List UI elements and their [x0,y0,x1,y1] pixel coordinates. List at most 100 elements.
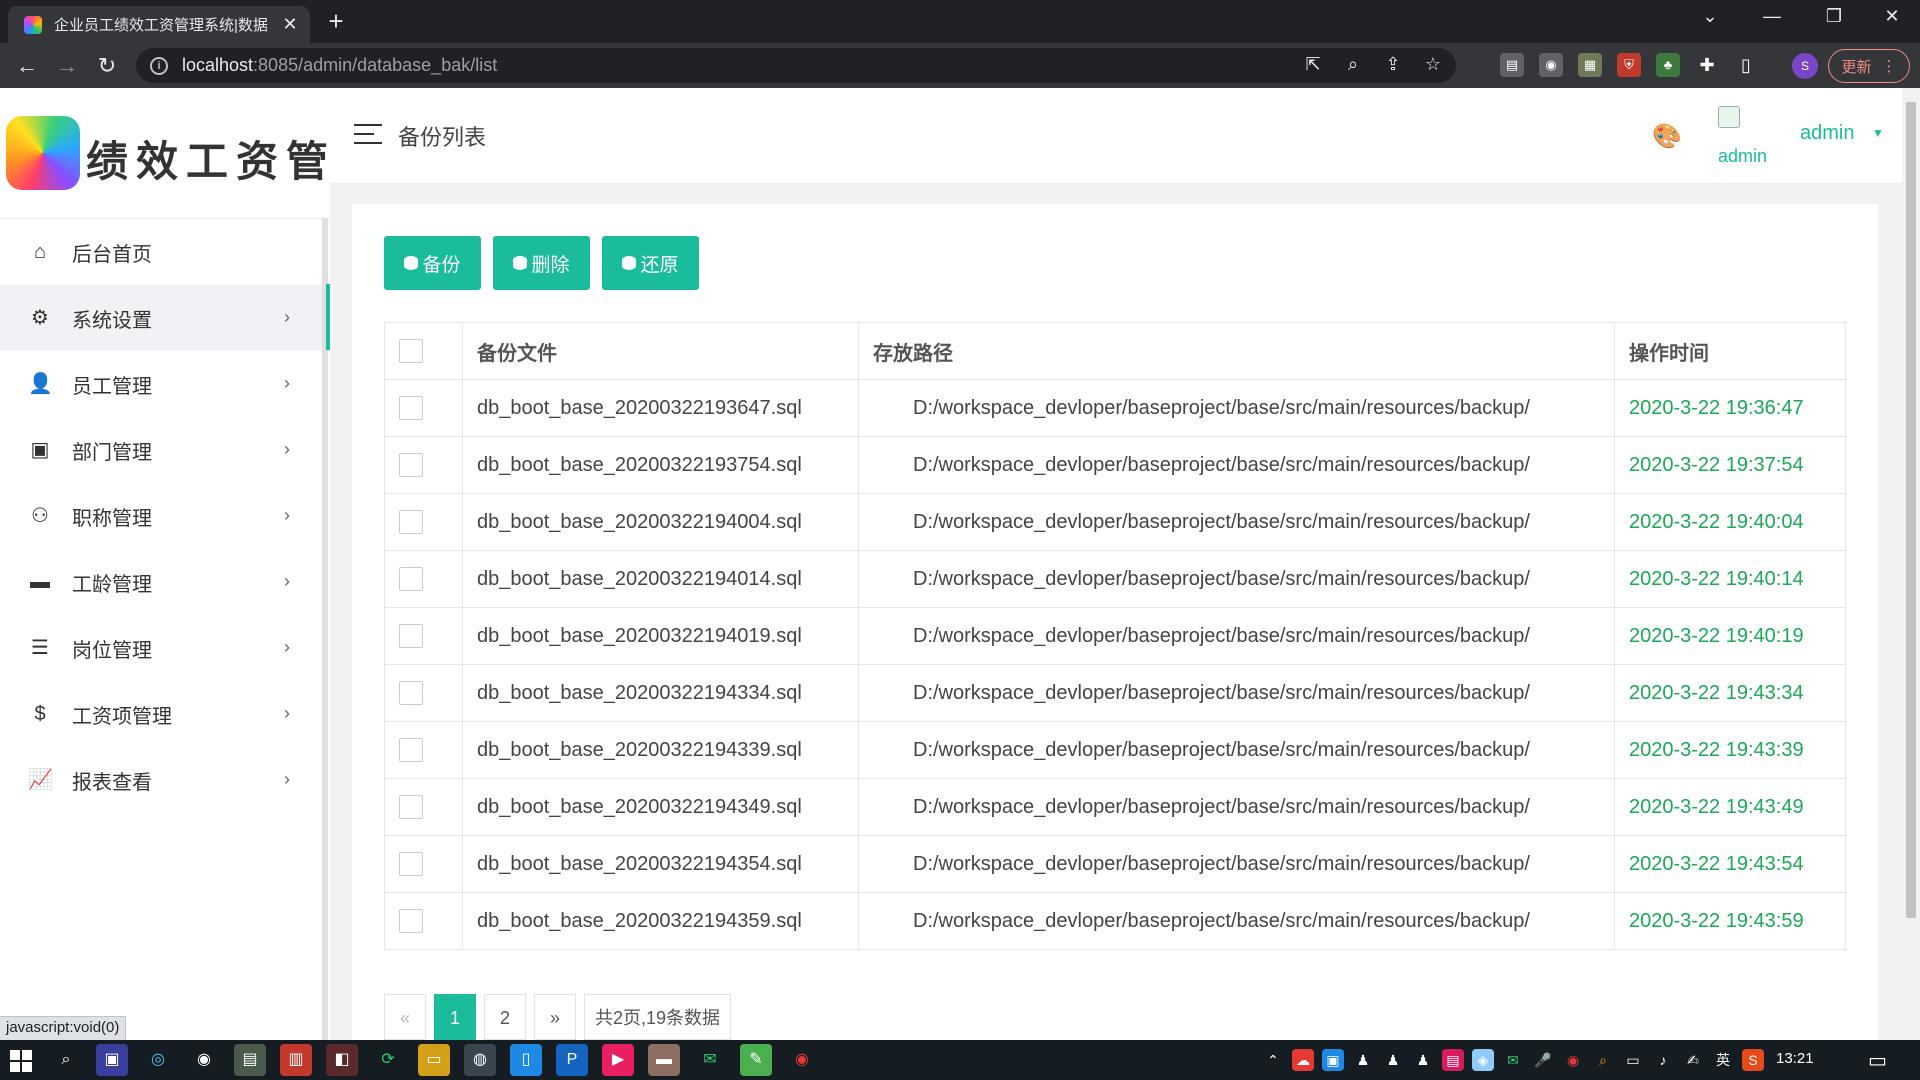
backup-button[interactable]: 备份 [384,236,481,290]
tray-volume-icon[interactable]: ♪ [1652,1049,1674,1071]
forward-icon[interactable]: → [52,51,82,81]
share-icon[interactable]: ⇪ [1382,54,1404,75]
record-app-icon[interactable]: ◉ [188,1044,220,1076]
address-bar[interactable]: i localhost:8085/admin/database_bak/list… [136,48,1456,83]
extension-image-icon[interactable]: ▦ [1578,53,1602,77]
text-app-icon[interactable]: P [556,1044,588,1076]
tray-wechat-icon[interactable]: ✉ [1502,1049,1524,1071]
sidebar-item[interactable]: $ 工资项管理 › [0,681,326,747]
side-panel-icon[interactable]: ▯ [1734,53,1758,77]
tray-app-icon[interactable]: ◈ [1472,1049,1494,1071]
row-checkbox[interactable] [399,510,423,534]
notepad-app-icon[interactable]: ✎ [740,1044,772,1076]
browser-toolbar: ← → ↻ i localhost:8085/admin/database_ba… [0,43,1920,88]
update-button[interactable]: 更新 ⋮ [1828,49,1910,83]
tray-search-icon[interactable]: ⌕ [1592,1049,1614,1071]
tray-chevron-icon[interactable]: ⌃ [1262,1049,1284,1071]
close-window-button[interactable]: ✕ [1872,6,1912,27]
new-tab-button[interactable]: + [322,8,350,36]
chrome-taskbar-icon[interactable]: ◍ [464,1044,496,1076]
page-1-button[interactable]: 1 [434,994,476,1040]
tray-record-icon[interactable]: ◉ [1562,1049,1584,1071]
site-info-icon[interactable]: i [150,56,168,75]
search-icon[interactable]: ⌕ [50,1044,82,1076]
prev-page-button[interactable]: « [384,994,426,1040]
next-page-button[interactable]: » [534,994,576,1040]
file-explorer-icon[interactable]: ▭ [418,1044,450,1076]
restore-button[interactable]: ❐ [1814,6,1854,27]
video-app-icon[interactable]: ▶ [602,1044,634,1076]
extension-translate-icon[interactable]: ▤ [1500,53,1524,77]
palette-icon[interactable]: 🎨 [1652,122,1682,151]
tray-qq-icon[interactable]: ♟ [1412,1049,1434,1071]
row-checkbox[interactable] [399,795,423,819]
office-app-icon[interactable]: ▥ [280,1044,312,1076]
profile-avatar[interactable]: S [1792,53,1818,79]
row-checkbox[interactable] [399,681,423,705]
row-checkbox[interactable] [399,738,423,762]
sidebar-item[interactable]: ⚙ 系统设置 › [0,285,326,351]
bookmark-star-icon[interactable]: ☆ [1422,54,1444,75]
column-header-path: 存放路径 [858,322,1615,380]
page-title: 备份列表 [398,125,487,150]
menu-dots-icon[interactable]: ⋮ [1882,57,1897,75]
sidebar-item[interactable]: ▣ 部门管理 › [0,417,326,483]
tray-ime[interactable]: 英 [1712,1049,1734,1071]
row-checkbox[interactable] [399,624,423,648]
browser-tab[interactable]: 企业员工绩效工资管理系统|数据 ✕ [8,6,310,43]
media-app-icon[interactable]: ◧ [326,1044,358,1076]
back-icon[interactable]: ← [12,51,42,81]
wechat-app-icon[interactable]: ✉ [694,1044,726,1076]
tray-network-icon[interactable]: ▭ [1622,1049,1644,1071]
row-checkbox[interactable] [399,567,423,591]
taskbar-clock[interactable]: 13:21 [1776,1050,1814,1067]
tray-app-icon[interactable]: ▣ [1322,1049,1344,1071]
extension-leaf-icon[interactable]: ♣ [1656,53,1680,77]
tray-qq-icon[interactable]: ♟ [1382,1049,1404,1071]
sync-app-icon[interactable]: ⟳ [372,1044,404,1076]
tab-search-icon[interactable]: ⌄ [1690,6,1730,27]
sidebar-item[interactable]: ▬ 工龄管理 › [0,549,326,615]
restore-button[interactable]: 还原 [602,236,699,290]
extension-camera-icon[interactable]: ◉ [1539,53,1563,77]
sidebar-item[interactable]: 👤 员工管理 › [0,351,326,417]
browser-app-icon[interactable]: ◎ [142,1044,174,1076]
sidebar-item[interactable]: ⚇ 职称管理 › [0,483,326,549]
tray-app-icon[interactable]: ▤ [1442,1049,1464,1071]
minimize-button[interactable]: — [1752,6,1792,27]
extension-shield-icon[interactable]: ⛨ [1617,53,1641,77]
sidebar-item-label: 系统设置 [72,309,152,332]
folder-app-icon[interactable]: ▬ [648,1044,680,1076]
sidebar-item[interactable]: ☰ 岗位管理 › [0,615,326,681]
notification-icon[interactable]: ▭ [1868,1048,1887,1073]
screen-app-icon[interactable]: ▤ [234,1044,266,1076]
sidebar-item[interactable]: ⌂ 后台首页 [0,219,326,285]
page-scrollbar-thumb[interactable] [1906,102,1916,918]
tray-pen-icon[interactable]: ✍ [1682,1049,1704,1071]
user-menu[interactable]: admin [1800,122,1854,145]
caret-down-icon[interactable]: ▼ [1872,126,1884,140]
row-checkbox[interactable] [399,396,423,420]
ide-icon[interactable]: ▣ [96,1044,128,1076]
open-external-icon[interactable]: ⇱ [1302,54,1324,75]
row-checkbox[interactable] [399,909,423,933]
sidebar-item[interactable]: 📈 报表查看 › [0,747,326,813]
tray-cloud-icon[interactable]: ☁ [1292,1049,1314,1071]
delete-button[interactable]: 删除 [493,236,590,290]
tray-mic-icon[interactable]: 🎤 [1532,1049,1554,1071]
hamburger-menu-icon[interactable] [354,124,382,144]
reload-icon[interactable]: ↻ [92,51,122,81]
phone-app-icon[interactable]: ▯ [510,1044,542,1076]
windows-start-icon[interactable] [10,1050,32,1072]
tab-close-icon[interactable]: ✕ [280,14,300,35]
recorder-app-icon[interactable]: ◉ [786,1044,818,1076]
tray-qq-icon[interactable]: ♟ [1352,1049,1374,1071]
avatar[interactable]: admin [1718,106,1778,166]
tray-sogou-icon[interactable]: S [1742,1049,1764,1071]
select-all-checkbox[interactable] [399,339,423,363]
zoom-icon[interactable]: ⌕ [1342,54,1364,75]
row-checkbox[interactable] [399,453,423,477]
extensions-puzzle-icon[interactable]: ✚ [1695,53,1719,77]
row-checkbox[interactable] [399,852,423,876]
page-2-button[interactable]: 2 [484,994,526,1040]
